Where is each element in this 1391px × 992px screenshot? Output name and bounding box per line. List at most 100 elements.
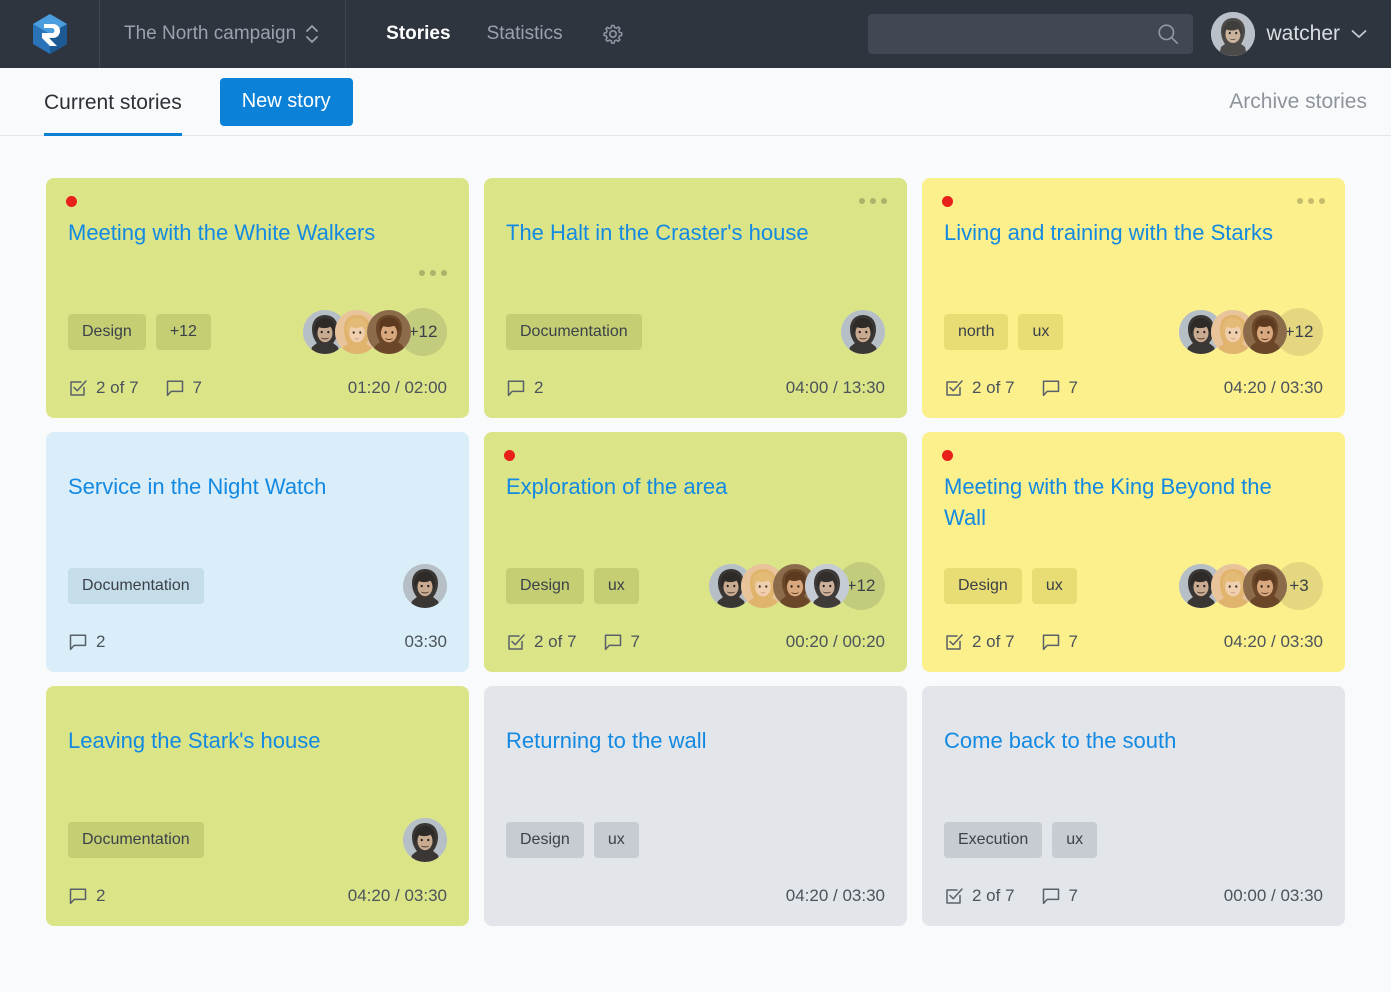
card-tag[interactable]: Design [506,568,584,604]
card-tags: Execution ux [944,822,1098,858]
avatar[interactable] [805,564,849,608]
tab-current-stories[interactable]: Current stories [44,68,182,136]
card-tag[interactable]: ux [593,568,639,604]
card-title[interactable]: Service in the Night Watch [68,472,447,503]
story-card[interactable]: Living and training with the Starks north… [922,178,1345,418]
card-tag[interactable]: ux [1018,314,1064,350]
card-title[interactable]: The Halt in the Craster's house [506,218,885,249]
time-estimate: 01:20 / 02:00 [347,378,447,397]
card-title[interactable]: Come back to the south [944,726,1323,757]
card-tag[interactable]: ux [593,822,639,858]
card-footer: 2 of 7 7 00:20 / 00:20 [506,632,885,652]
story-card[interactable]: Service in the Night Watch Documentation 2… [46,432,469,672]
comments-count: 2 [96,632,106,651]
card-tag[interactable]: Design [506,822,584,858]
tasks-count: 2 of 7 [972,378,1015,397]
card-tag[interactable]: north [944,314,1009,350]
tasks-count: 2 of 7 [972,632,1015,651]
search-box[interactable] [868,14,1194,54]
card-tags: Design ux [944,568,1077,604]
comment-bubble-icon [166,380,183,397]
checkbox-check-icon [946,634,963,650]
top-header-bar: The North campaign Stories Statistics wa… [0,0,1391,68]
card-tags: Design +12 [68,314,211,350]
card-title[interactable]: Leaving the Stark's house [68,726,447,757]
card-tag[interactable]: +12 [155,314,211,350]
tasks-progress: 2 of 7 [506,632,577,652]
time-estimate: 04:20 / 03:30 [1223,632,1323,651]
card-meta-row: Documentation [68,562,447,610]
card-footer: 2 03:30 [68,632,447,652]
campaign-selector[interactable]: The North campaign [100,0,347,68]
story-card[interactable]: The Halt in the Craster's house Documenta… [484,178,907,418]
settings-button[interactable] [595,16,631,52]
checkbox-check-icon [70,380,87,396]
card-title[interactable]: Exploration of the area [506,472,885,503]
card-meta-row: Design ux +3 [944,562,1323,610]
nav-item-statistics[interactable]: Statistics [469,0,581,68]
stories-board: Meeting with the White Walkers Design +12 +… [0,136,1391,926]
time-estimate: 04:20 / 03:30 [1223,378,1323,397]
user-menu[interactable]: watcher [1211,12,1367,56]
tasks-count: 2 of 7 [96,378,139,397]
card-title[interactable]: Meeting with the White Walkers [68,218,447,249]
story-card[interactable]: Leaving the Stark's house Documentation 2 0… [46,686,469,926]
card-title[interactable]: Living and training with the Starks [944,218,1323,249]
card-tags: Documentation [68,822,204,858]
comments-count-group: 7 [1041,886,1078,906]
story-card[interactable]: Returning to the wall Design ux 04:20 / 03:… [484,686,907,926]
comments-count: 7 [1068,632,1079,651]
story-card[interactable]: Meeting with the King Beyond the Wall Des… [922,432,1345,672]
card-tag[interactable]: Design [68,314,146,350]
comment-bubble-icon [604,634,621,651]
card-more-options-button[interactable] [859,198,887,204]
comments-count-group: 7 [1041,378,1078,398]
comment-bubble-icon [69,888,87,905]
avatar[interactable] [403,818,447,862]
time-estimate: 04:20 / 03:30 [785,886,885,905]
updown-chevron-icon [306,25,319,43]
app-logo[interactable] [0,0,100,68]
avatar[interactable] [403,564,447,608]
avatar[interactable] [841,310,885,354]
card-meta-row: Documentation [68,816,447,864]
avatar[interactable] [367,310,411,354]
card-title[interactable]: Meeting with the King Beyond the Wall [944,472,1323,534]
header-right-group: watcher [868,12,1391,56]
card-tag[interactable]: ux [1052,822,1098,858]
card-title[interactable]: Returning to the wall [506,726,885,757]
comments-count-group: 2 [68,632,105,652]
assignee-avatars [403,564,447,608]
search-icon[interactable] [1155,21,1181,47]
story-card[interactable]: Meeting with the White Walkers Design +12 +… [46,178,469,418]
avatar[interactable] [1243,564,1287,608]
card-tag[interactable]: Design [944,568,1022,604]
card-tag[interactable]: Execution [944,822,1043,858]
card-tags: Design ux [506,822,639,858]
new-story-button[interactable]: New story [219,77,353,126]
card-tag[interactable]: Documentation [68,568,204,604]
assignee-avatars: +12 [303,308,447,356]
card-tag[interactable]: Documentation [68,822,204,858]
story-card[interactable]: Exploration of the area Design ux +12 2 of 7… [484,432,907,672]
unread-dot [504,450,515,461]
tasks-progress: 2 of 7 [944,886,1015,906]
unread-dot [66,196,77,207]
card-meta-row: Design ux [506,816,885,864]
avatar[interactable] [1243,310,1287,354]
card-tag[interactable]: Documentation [506,314,642,350]
card-more-options-button[interactable] [419,270,447,276]
comments-count-group: 7 [1041,632,1078,652]
nav-item-stories[interactable]: Stories [368,0,468,68]
user-name: watcher [1266,22,1340,45]
comment-bubble-icon [507,380,525,397]
search-input[interactable] [882,25,1156,43]
card-more-options-button[interactable] [1297,198,1325,204]
card-footer: 2 of 7 7 00:00 / 03:30 [944,886,1323,906]
app-logo-hexagon-r-icon [32,14,67,54]
assignee-avatars [403,818,447,862]
archive-stories-link[interactable]: Archive stories [1229,90,1367,114]
story-card[interactable]: Come back to the south Execution ux 2 of 7 7… [922,686,1345,926]
main-nav: Stories Statistics [346,0,630,68]
card-tag[interactable]: ux [1031,568,1077,604]
